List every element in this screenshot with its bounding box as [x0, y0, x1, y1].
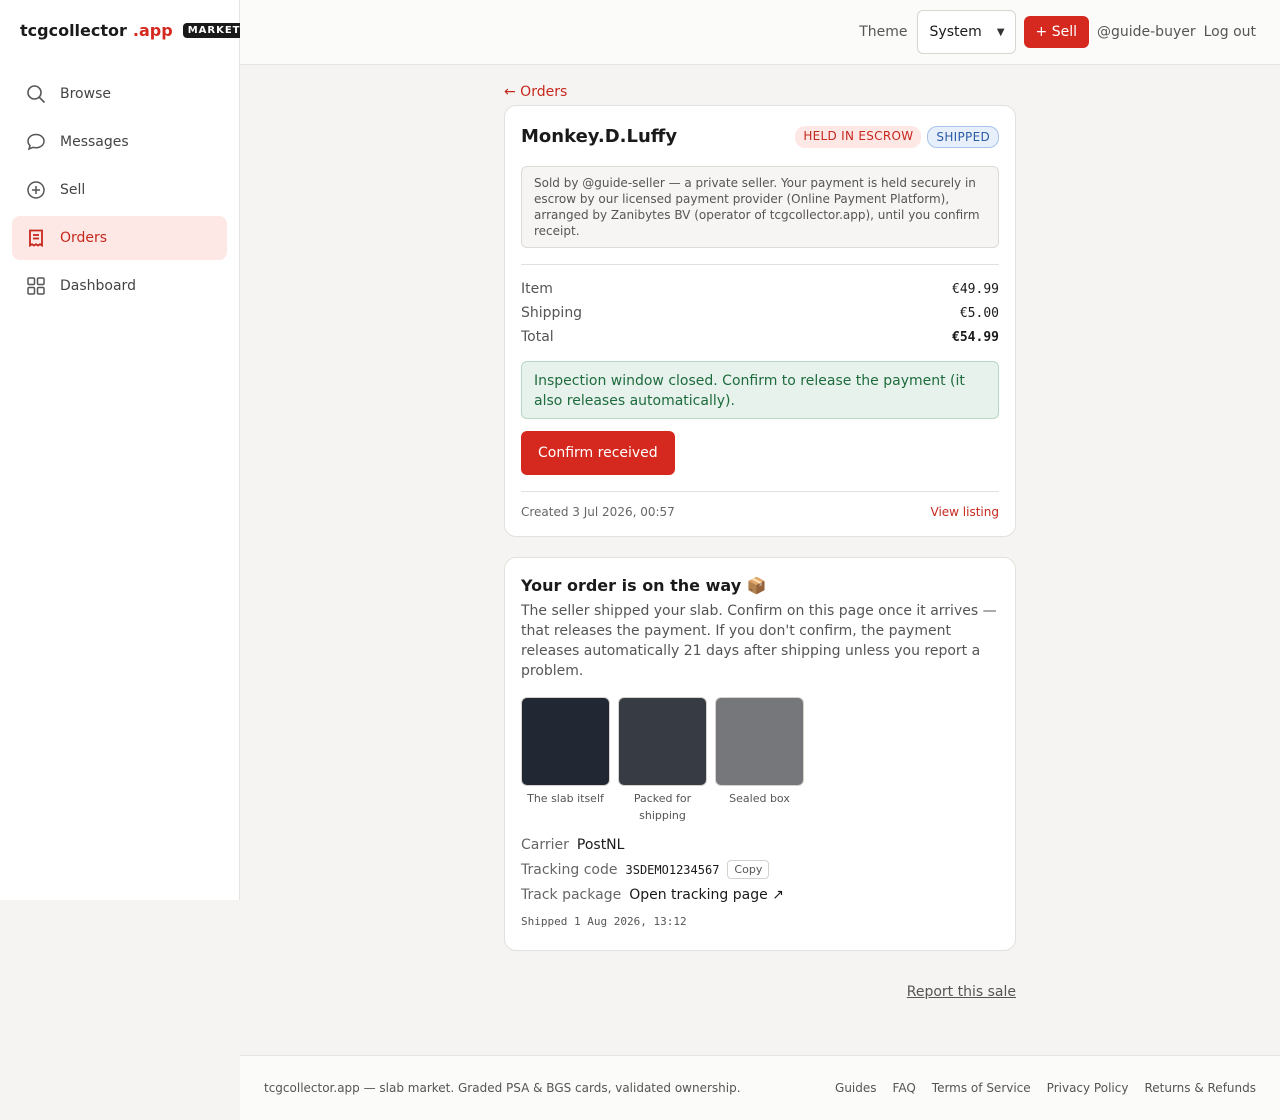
sidebar-item-browse[interactable]: Browse [12, 72, 227, 116]
chevron-down-icon: ▼ [996, 26, 1005, 38]
logo-name: tcgcollector [20, 21, 127, 40]
theme-select-value: System [929, 24, 982, 40]
photo-caption: The slab itself [527, 792, 604, 805]
plus-circle-icon [26, 180, 46, 200]
footer-link-terms[interactable]: Terms of Service [932, 1081, 1031, 1095]
sidebar: tcgcollector .app MARKET Browse Messages… [0, 0, 246, 900]
photo-caption: Sealed box [729, 792, 790, 805]
logo[interactable]: tcgcollector .app MARKET [20, 21, 246, 40]
theme-select[interactable]: System ▼ [916, 10, 1016, 54]
tracking-row: Tracking code 3SDEMO1234567 Copy [521, 857, 999, 882]
track-label: Track package [521, 886, 622, 903]
order-card-footer: Created 3 Jul 2026, 00:57 View listing [521, 491, 999, 531]
header-actions: Theme System ▼ + Sell @guide-buyer Log o… [859, 10, 1256, 54]
shipping-title: Your order is on the way 📦 [521, 576, 767, 595]
copy-tracking-button[interactable]: Copy [727, 860, 770, 879]
tracking-label: Tracking code [521, 861, 618, 878]
price-value: €49.99 [952, 281, 999, 297]
inspection-notice: Inspection window closed. Confirm to rel… [521, 361, 999, 419]
footer-link-faq[interactable]: FAQ [893, 1081, 916, 1095]
shipping-details: Carrier PostNL Tracking code 3SDEMO12345… [521, 832, 999, 907]
created-timestamp: Created 3 Jul 2026, 00:57 [521, 504, 675, 519]
order-title-row: Monkey.D.Luffy HELD IN ESCROW SHIPPED [521, 106, 999, 166]
footer-link-guides[interactable]: Guides [835, 1081, 877, 1095]
receipt-icon [26, 228, 46, 248]
photo-thumbnail[interactable] [715, 697, 804, 786]
sidebar-item-orders[interactable]: Orders [12, 216, 227, 260]
sidebar-item-dashboard[interactable]: Dashboard [12, 264, 227, 308]
shipping-description: The seller shipped your slab. Confirm on… [521, 603, 997, 679]
logo-suffix: .app [132, 21, 173, 40]
tracking-page-link[interactable]: Open tracking page ↗ [629, 887, 784, 903]
tracking-code: 3SDEMO1234567 [625, 862, 720, 877]
footer-text: tcgcollector.app — slab market. Graded P… [264, 1081, 741, 1095]
shipment-photos: The slab itself Packed for shipping Seal… [521, 697, 999, 824]
order-card: Monkey.D.Luffy HELD IN ESCROW SHIPPED So… [504, 105, 1016, 537]
shipping-card: Your order is on the way 📦 The seller sh… [504, 557, 1016, 951]
footer-link-returns[interactable]: Returns & Refunds [1144, 1081, 1256, 1095]
carrier-row: Carrier PostNL [521, 832, 999, 857]
top-header: Theme System ▼ + Sell @guide-buyer Log o… [240, 0, 1280, 65]
photo-sealed[interactable]: Sealed box [715, 697, 804, 824]
view-listing-link[interactable]: View listing [931, 505, 999, 519]
sidebar-item-label: Orders [60, 230, 108, 246]
back-to-orders-link[interactable]: ← Orders [504, 84, 567, 100]
footer-link-privacy[interactable]: Privacy Policy [1047, 1081, 1129, 1095]
footer: tcgcollector.app — slab market. Graded P… [240, 1055, 1280, 1120]
sidebar-item-label: Sell [60, 182, 86, 198]
sidebar-item-sell[interactable]: Sell [12, 168, 227, 212]
photo-caption: Packed for shipping [633, 792, 692, 822]
photo-slab[interactable]: The slab itself [521, 697, 610, 824]
price-row-item: Item €49.99 [521, 277, 999, 301]
price-label: Shipping [521, 305, 583, 321]
price-row-shipping: Shipping €5.00 [521, 301, 999, 325]
search-icon [26, 84, 46, 104]
price-breakdown: Item €49.99 Shipping €5.00 Total €54.99 [521, 265, 999, 349]
photo-thumbnail[interactable] [618, 697, 707, 786]
logout-link[interactable]: Log out [1204, 24, 1256, 40]
shipped-timestamp: Shipped 1 Aug 2026, 13:12 [521, 915, 687, 928]
market-badge: MARKET [182, 23, 246, 38]
order-title: Monkey.D.Luffy [521, 126, 678, 147]
price-value: €54.99 [952, 329, 999, 345]
escrow-badge: HELD IN ESCROW [795, 126, 922, 148]
photo-thumbnail[interactable] [521, 697, 610, 786]
seller-escrow-note: Sold by @guide-seller — a private seller… [521, 166, 999, 248]
chat-bubble-icon [26, 132, 46, 152]
sidebar-item-messages[interactable]: Messages [12, 120, 227, 164]
carrier-value: PostNL [576, 836, 625, 853]
confirm-received-button[interactable]: Confirm received [521, 431, 675, 475]
footer-links: Guides FAQ Terms of Service Privacy Poli… [819, 1081, 1256, 1095]
shipped-badge: SHIPPED [927, 126, 999, 148]
theme-label: Theme [859, 24, 908, 40]
sell-button[interactable]: + Sell [1023, 16, 1089, 48]
sidebar-item-label: Browse [60, 86, 111, 102]
user-handle[interactable]: @guide-buyer [1097, 24, 1196, 40]
sidebar-item-label: Dashboard [60, 278, 136, 294]
price-label: Item [521, 281, 553, 297]
report-sale-link[interactable]: Report this sale [907, 984, 1016, 1000]
sidebar-nav: Browse Messages Sell Orders Dashboard [12, 72, 227, 312]
photo-packed[interactable]: Packed for shipping [618, 697, 707, 824]
track-package-row: Track package Open tracking page ↗ [521, 882, 999, 907]
status-badges: HELD IN ESCROW SHIPPED [789, 126, 999, 148]
sidebar-item-label: Messages [60, 134, 129, 150]
price-label: Total [521, 329, 554, 345]
grid-icon [26, 276, 46, 296]
price-value: €5.00 [959, 305, 999, 321]
price-row-total: Total €54.99 [521, 325, 999, 349]
carrier-label: Carrier [521, 836, 569, 853]
